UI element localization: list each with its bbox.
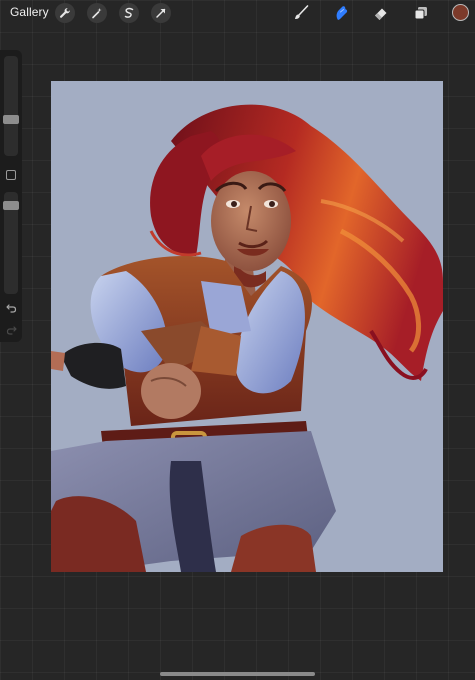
home-indicator [160,672,315,676]
top-toolbar: Gallery [0,0,475,26]
artwork-illustration [51,104,443,572]
gallery-button[interactable]: Gallery [10,5,49,19]
brush-size-slider[interactable] [4,56,18,156]
color-picker-swatch[interactable] [452,4,469,21]
opacity-slider-thumb[interactable] [3,201,19,211]
brush-icon[interactable] [291,3,311,23]
redo-icon[interactable] [4,324,18,336]
undo-icon[interactable] [4,302,18,314]
eraser-icon[interactable] [371,3,391,23]
smudge-icon[interactable] [331,3,351,23]
modify-button[interactable] [6,170,16,180]
drawing-canvas[interactable] [51,81,443,572]
layers-icon[interactable] [411,3,431,23]
magic-wand-icon[interactable] [87,3,107,23]
wrench-icon[interactable] [55,3,75,23]
left-sidebar [0,50,22,342]
brush-size-slider-thumb[interactable] [3,115,19,125]
selection-icon[interactable] [119,3,139,23]
transform-arrow-icon[interactable] [151,3,171,23]
